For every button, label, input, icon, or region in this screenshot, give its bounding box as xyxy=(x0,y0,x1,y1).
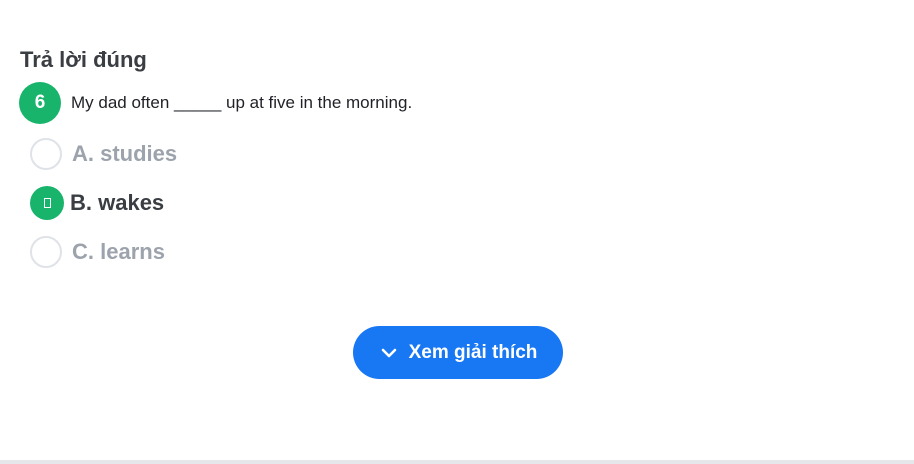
radio-icon[interactable] xyxy=(30,236,62,268)
option-label: C. learns xyxy=(72,239,165,264)
option-label: A. studies xyxy=(72,141,178,166)
question-text: My dad often _____ up at five in the mor… xyxy=(71,93,413,112)
view-explanation-label: Xem giải thích xyxy=(408,341,538,363)
result-heading: Trả lời đúng xyxy=(20,47,147,72)
view-explanation-button[interactable]: Xem giải thích xyxy=(353,326,563,379)
question-row: 6 My dad often _____ up at five in the m… xyxy=(19,82,412,124)
bottom-divider xyxy=(0,460,914,464)
radio-icon[interactable] xyxy=(30,138,62,170)
quiz-question-page: Trả lời đúng 6 My dad often _____ up at … xyxy=(0,0,914,464)
check-icon[interactable] xyxy=(30,186,64,220)
question-number-badge: 6 xyxy=(19,82,61,124)
option-a[interactable]: A. studies xyxy=(30,136,177,172)
option-c[interactable]: C. learns xyxy=(30,234,177,270)
option-b[interactable]: B. wakes xyxy=(30,185,177,221)
chevron-down-icon xyxy=(379,343,399,363)
option-label: B. wakes xyxy=(70,190,165,215)
checkmark-glyph xyxy=(43,198,51,208)
answer-options: A. studies B. wakes C. learns xyxy=(30,136,177,283)
